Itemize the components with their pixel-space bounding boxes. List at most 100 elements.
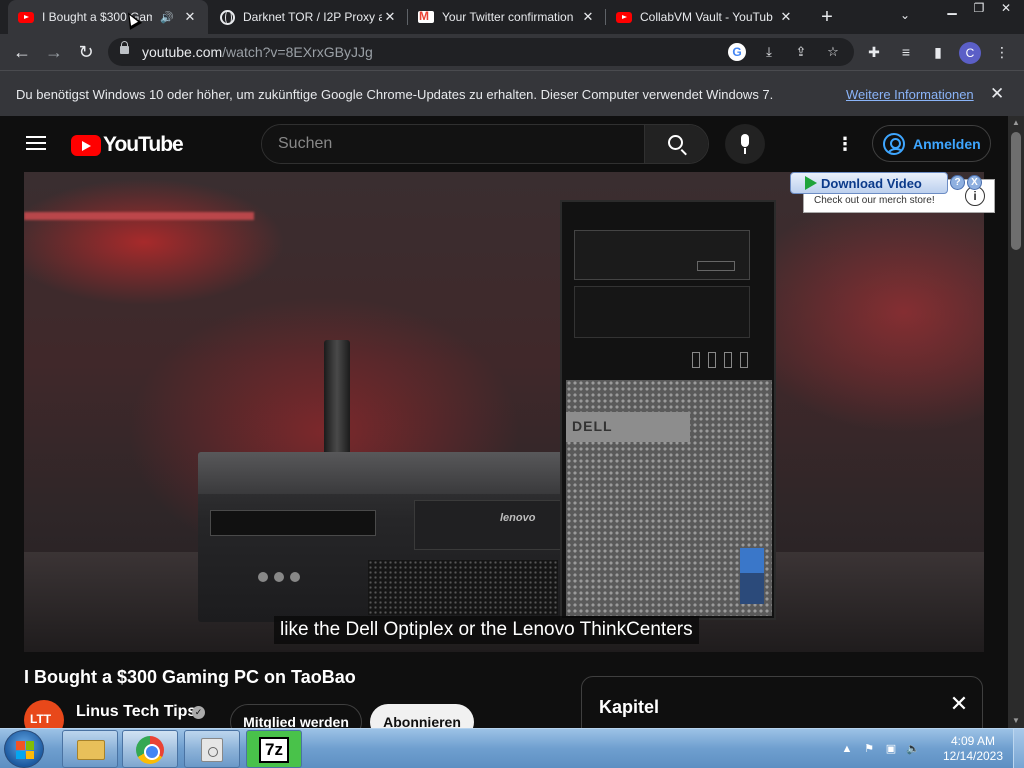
clock-time: 4:09 AM (950, 734, 996, 748)
search-icon (668, 135, 683, 150)
new-tab-button[interactable]: + (816, 6, 838, 28)
clock-date: 12/14/2023 (942, 749, 1004, 763)
system-tray: ▲ ⚑ ▣ 🔈 (840, 729, 920, 768)
search-button[interactable] (644, 125, 708, 163)
download-help-icon[interactable]: ? (950, 175, 965, 190)
windows-logo-icon (16, 741, 34, 759)
more-info-link[interactable]: Weitere Informationen (846, 87, 974, 102)
chapters-title: Kapitel (599, 697, 660, 717)
infobar-message: Du benötigst Windows 10 oder höher, um z… (16, 87, 774, 102)
scroll-up-arrow[interactable]: ▲ (1008, 116, 1024, 130)
start-button[interactable] (4, 730, 44, 768)
gmail-icon (418, 9, 434, 23)
youtube-logo[interactable]: YouTube (71, 133, 184, 157)
globe-icon (220, 9, 235, 25)
reload-button[interactable]: ↻ (74, 40, 98, 64)
media-controls-icon[interactable]: ≡ (896, 42, 916, 62)
channel-avatar[interactable] (24, 700, 64, 728)
download-video-label: Download Video (821, 175, 922, 191)
youtube-icon (18, 11, 34, 23)
merch-card-text: Check out our merch store! (814, 195, 935, 206)
menu-icon[interactable] (26, 136, 46, 150)
tab-title: Your Twitter confirmation (442, 10, 574, 24)
chrome-icon (136, 736, 164, 764)
lenovo-ports (258, 572, 328, 586)
video-red-shelf (24, 212, 254, 220)
window-controls: ▁ ❐ ✕ (937, 0, 1018, 18)
taskbar-explorer[interactable] (62, 730, 118, 768)
tab-twitter-confirmation[interactable]: Your Twitter confirmation ✕ (408, 0, 606, 34)
search-input[interactable] (262, 125, 647, 163)
settings-menu-icon[interactable]: ⋮ (836, 133, 854, 155)
youtube-page: YouTube ⋮ Anmelden (0, 116, 1008, 728)
video-lenovo-pc: lenovo (198, 452, 588, 622)
chrome-menu-icon[interactable]: ⋮ (992, 42, 1012, 62)
close-window-button[interactable]: ✕ (994, 0, 1018, 18)
disk-icon (201, 738, 223, 762)
taskbar-chrome[interactable] (122, 730, 178, 768)
profile-avatar[interactable]: C (959, 42, 981, 64)
youtube-icon (616, 11, 632, 23)
forward-button[interactable]: → (42, 40, 66, 64)
scroll-down-arrow[interactable]: ▼ (1008, 714, 1024, 728)
network-icon[interactable]: ▣ (884, 742, 898, 756)
lock-icon[interactable] (120, 41, 129, 54)
google-lens-icon[interactable]: G (728, 43, 746, 61)
taskbar-7zip[interactable]: 7z (246, 730, 302, 768)
page-scrollbar[interactable]: ▲ ▼ (1008, 116, 1024, 728)
tab-search-icon[interactable]: ⌄ (896, 8, 914, 26)
close-infobar-icon[interactable]: ✕ (990, 84, 1004, 104)
close-tab-icon[interactable]: ✕ (182, 9, 198, 25)
tab-darknet-proxy[interactable]: Darknet TOR / I2P Proxy a ✕ (210, 0, 408, 34)
join-button[interactable]: Mitglied werden (230, 704, 362, 728)
download-video-button[interactable]: Download Video (790, 172, 948, 194)
download-close-icon[interactable]: X (967, 175, 982, 190)
tab-title: Darknet TOR / I2P Proxy a (243, 10, 382, 24)
explorer-icon (77, 740, 105, 760)
back-button[interactable]: ← (10, 40, 34, 64)
video-dell-pc: DELL (560, 200, 776, 620)
video-caption: like the Dell Optiplex or the Lenovo Thi… (274, 616, 699, 644)
volume-icon[interactable]: 🔈 (906, 742, 920, 756)
minimize-button[interactable]: ▁ (940, 0, 964, 18)
tab-youtube-video[interactable]: I Bought a $300 Gam 🔊 ✕ (8, 0, 208, 34)
tab-collabvm-vault[interactable]: CollabVM Vault - YouTub ✕ (606, 0, 804, 34)
speaker-icon[interactable]: 🔊 (160, 11, 174, 24)
action-center-icon[interactable]: ⚑ (862, 742, 876, 756)
install-app-icon[interactable]: ⤓ (760, 43, 778, 61)
windows-taskbar: 7z ▲ ⚑ ▣ 🔈 4:09 AM 12/14/2023 (0, 728, 1024, 768)
dell-bay (574, 286, 750, 338)
close-tab-icon[interactable]: ✕ (382, 9, 398, 25)
address-bar[interactable]: youtube.com/watch?v=8EXrxGByJJg G ⤓ ⇪ ☆ (108, 38, 854, 66)
url-path: /watch?v=8EXrxGByJJg (222, 44, 373, 60)
video-title: I Bought a $300 Gaming PC on TaoBao (24, 667, 356, 687)
url-host: youtube.com (142, 44, 223, 60)
video-player[interactable]: lenovo DELL like the Dell Optiplex or th… (24, 172, 984, 652)
youtube-play-icon (71, 134, 101, 156)
side-panel-icon[interactable]: ▮ (928, 42, 948, 62)
taskbar-disk-app[interactable] (184, 730, 240, 768)
tab-strip: I Bought a $300 Gam 🔊 ✕ Darknet TOR / I2… (0, 0, 1024, 34)
lenovo-brand-text: lenovo (500, 512, 536, 524)
share-icon[interactable]: ⇪ (792, 43, 810, 61)
dell-brand-text: DELL (572, 418, 613, 434)
scroll-thumb[interactable] (1011, 132, 1021, 250)
sign-in-button[interactable]: Anmelden (872, 125, 991, 162)
voice-search-button[interactable] (725, 124, 765, 164)
extensions-icon[interactable]: ✚ (864, 42, 884, 62)
restore-button[interactable]: ❐ (967, 0, 991, 18)
clock[interactable]: 4:09 AM 12/14/2023 (940, 734, 1006, 764)
channel-name[interactable]: Linus Tech Tips (76, 703, 196, 721)
close-chapters-icon[interactable]: ✕ (948, 693, 970, 715)
lenovo-top (198, 452, 588, 494)
bookmark-star-icon[interactable]: ☆ (824, 43, 842, 61)
url-text[interactable]: youtube.com/watch?v=8EXrxGByJJg (142, 44, 373, 60)
show-desktop-button[interactable] (1013, 729, 1024, 768)
account-icon (883, 132, 905, 155)
subscribe-button[interactable]: Abonnieren (370, 704, 474, 728)
show-hidden-icons-icon[interactable]: ▲ (840, 742, 854, 756)
close-tab-icon[interactable]: ✕ (778, 9, 794, 25)
dell-usb-ports (692, 352, 748, 368)
update-infobar: Du benötigst Windows 10 oder höher, um z… (0, 70, 1024, 116)
close-tab-icon[interactable]: ✕ (580, 9, 596, 25)
